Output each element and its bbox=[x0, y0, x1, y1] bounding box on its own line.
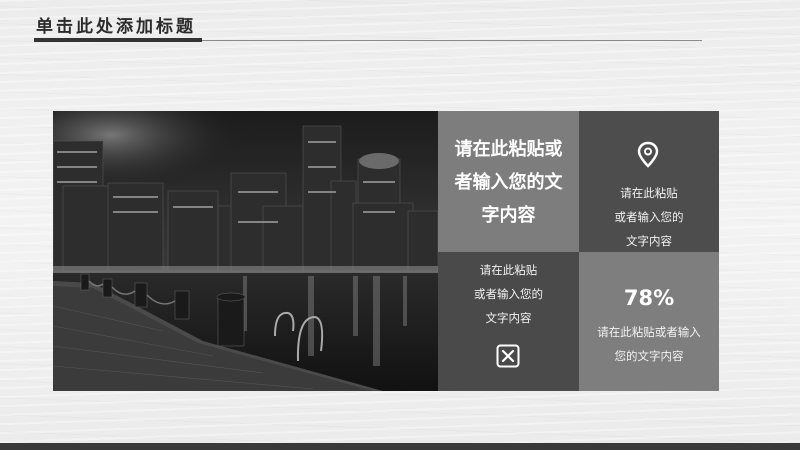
location-text: 请在此粘贴 或者输入您的 文字内容 bbox=[589, 181, 709, 253]
percent-tile[interactable]: 78% 请在此粘贴或者输入 您的文字内容 bbox=[579, 252, 719, 391]
text-line: 或者输入您的 bbox=[474, 287, 543, 301]
text-line: 或者输入您的 bbox=[614, 210, 684, 224]
main-text-line: 请在此粘贴或 bbox=[454, 139, 563, 160]
text-line: 文字内容 bbox=[626, 234, 672, 248]
city-harbor-illustration bbox=[53, 111, 438, 391]
location-tile[interactable]: 请在此粘贴 或者输入您的 文字内容 bbox=[579, 111, 719, 252]
text-line: 文字内容 bbox=[485, 311, 532, 325]
main-text-line: 者输入您的文 bbox=[454, 172, 563, 193]
location-pin-icon bbox=[637, 141, 659, 173]
city-harbor-photo[interactable] bbox=[53, 111, 438, 391]
slide-title[interactable]: 单击此处添加标题 bbox=[36, 12, 196, 37]
x-box-icon bbox=[496, 344, 520, 372]
title-underline-rule bbox=[202, 40, 702, 41]
x-icon-tile[interactable]: 请在此粘贴 或者输入您的 文字内容 bbox=[438, 252, 579, 391]
text-line: 请在此粘贴或者输入 bbox=[597, 325, 701, 339]
main-text-block: 请在此粘贴或 者输入您的文 字内容 bbox=[446, 133, 571, 232]
text-line: 请在此粘贴 bbox=[479, 263, 538, 277]
main-text-tile[interactable]: 请在此粘贴或 者输入您的文 字内容 bbox=[438, 111, 579, 252]
slide-canvas: 单击此处添加标题 请在此粘贴或 者输入您的文 字内容 请在此粘贴 或者输入您的 … bbox=[0, 0, 800, 450]
percent-value: 78% bbox=[623, 286, 675, 310]
text-line: 您的文字内容 bbox=[614, 349, 684, 363]
footer-bar bbox=[0, 443, 800, 450]
percent-text: 请在此粘贴或者输入 您的文字内容 bbox=[589, 320, 709, 368]
x-tile-text: 请在此粘贴 或者输入您的 文字内容 bbox=[448, 258, 569, 330]
text-line: 请在此粘贴 bbox=[620, 186, 678, 200]
main-text-line: 字内容 bbox=[481, 205, 536, 226]
title-underline-accent bbox=[34, 38, 202, 42]
